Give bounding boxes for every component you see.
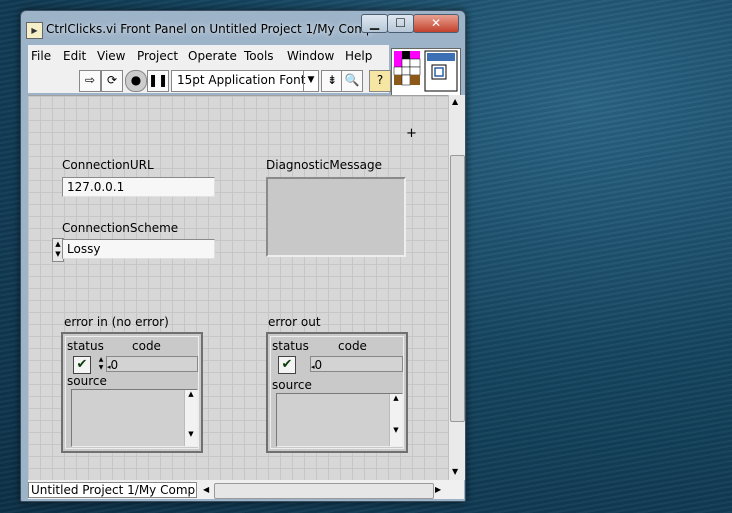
font-selector-value: 15pt Application Font [177, 73, 306, 87]
help-icon[interactable]: ? [369, 70, 391, 92]
connector-pane-icon [393, 50, 458, 92]
error-in-source-text[interactable]: ▲ ▼ [71, 389, 198, 447]
error-out-status-label: status [272, 339, 309, 353]
font-selector[interactable]: 15pt Application Font ▼ [171, 70, 319, 92]
error-out-status-checkbox: ✔ [278, 356, 296, 374]
error-out-label: error out [268, 315, 321, 329]
error-out-cluster: status code ✔ ◂0 source ▲ ▼ [266, 332, 408, 453]
search-icon[interactable]: 🔍 [341, 70, 363, 92]
error-out-source-label: source [272, 378, 312, 392]
status-and-horizontal-scroll: Untitled Project 1/My Computer ◀ ▶ [28, 480, 464, 499]
toolbar: ⇨ ⟳ ● ❚❚ 15pt Application Font ▼ ⇟ 🔍 ? [28, 67, 391, 93]
error-out-source-scrollbar[interactable]: ▲ ▼ [389, 394, 402, 446]
menu-edit[interactable]: Edit [63, 49, 86, 63]
menu-operate[interactable]: Operate [188, 49, 237, 63]
run-continuously-icon[interactable]: ⟳ [101, 70, 123, 92]
code-increment-decrement-icon[interactable]: ▲ ▼ [97, 356, 105, 372]
close-button[interactable]: ✕ [413, 14, 459, 33]
crosshair-cursor-icon: + [406, 126, 417, 141]
diagnostic-message-indicator [266, 177, 406, 257]
menu-tools[interactable]: Tools [244, 49, 274, 63]
error-in-source-label: source [67, 374, 107, 388]
front-panel-window[interactable]: ▶ CtrlClicks.vi Front Panel on Untitled … [20, 10, 466, 502]
connection-scheme-ring[interactable]: Lossy [62, 239, 215, 259]
menu-help[interactable]: Help [345, 49, 372, 63]
connection-scheme-label: ConnectionScheme [62, 221, 179, 235]
error-out-source-text: ▲ ▼ [276, 393, 403, 447]
menu-window[interactable]: Window [287, 49, 334, 63]
maximize-button[interactable]: ☐ [387, 14, 414, 33]
error-out-code-label: code [338, 339, 367, 353]
error-in-code-field[interactable]: ◂0 [106, 356, 198, 372]
diagnostic-message-label: DiagnosticMessage [266, 158, 382, 172]
error-in-status-label: status [67, 339, 104, 353]
title-bar[interactable]: ▶ CtrlClicks.vi Front Panel on Untitled … [21, 11, 465, 45]
error-in-code-label: code [132, 339, 161, 353]
project-context-field[interactable]: Untitled Project 1/My Computer [28, 482, 197, 498]
error-in-label: error in (no error) [64, 315, 169, 329]
pause-icon[interactable]: ❚❚ [147, 70, 169, 92]
vertical-scrollbar[interactable]: ▲ ▼ [448, 95, 465, 480]
horizontal-scroll-thumb[interactable] [214, 483, 434, 499]
error-out-code-value: 0 [314, 358, 323, 372]
error-in-cluster: status code ✔ ▲ ▼ ◂0 source ▲ ▼ [61, 332, 203, 453]
connection-url-label: ConnectionURL [62, 158, 154, 172]
menu-bar: File Edit View Project Operate Tools Win… [28, 45, 389, 68]
menu-view[interactable]: View [97, 49, 125, 63]
align-icon[interactable]: ⇟ [321, 70, 343, 92]
error-in-code-value: 0 [110, 358, 119, 372]
menu-project[interactable]: Project [137, 49, 178, 63]
scroll-right-icon[interactable]: ▶ [435, 485, 441, 494]
run-arrow-icon[interactable]: ⇨ [79, 70, 101, 92]
scroll-left-icon[interactable]: ◀ [203, 485, 209, 494]
error-in-source-scrollbar[interactable]: ▲ ▼ [184, 390, 197, 446]
connector-pane[interactable] [391, 48, 461, 96]
abort-icon[interactable]: ● [125, 70, 147, 92]
minimize-button[interactable]: ▁ [361, 14, 388, 33]
scroll-down-icon[interactable]: ▼ [452, 467, 458, 476]
chevron-down-icon[interactable]: ▼ [303, 71, 318, 91]
front-panel-canvas[interactable]: + ConnectionURL 127.0.0.1 ConnectionSche… [28, 95, 448, 480]
vertical-scroll-thumb[interactable] [450, 155, 465, 422]
scroll-up-icon[interactable]: ▲ [452, 97, 458, 106]
error-in-status-checkbox[interactable]: ✔ [73, 356, 91, 374]
error-out-code-field: ◂0 [310, 356, 403, 372]
menu-file[interactable]: File [31, 49, 51, 63]
connection-url-field[interactable]: 127.0.0.1 [62, 177, 215, 197]
window-title: CtrlClicks.vi Front Panel on Untitled Pr… [46, 22, 385, 36]
vi-icon[interactable]: ▶ [26, 22, 43, 39]
